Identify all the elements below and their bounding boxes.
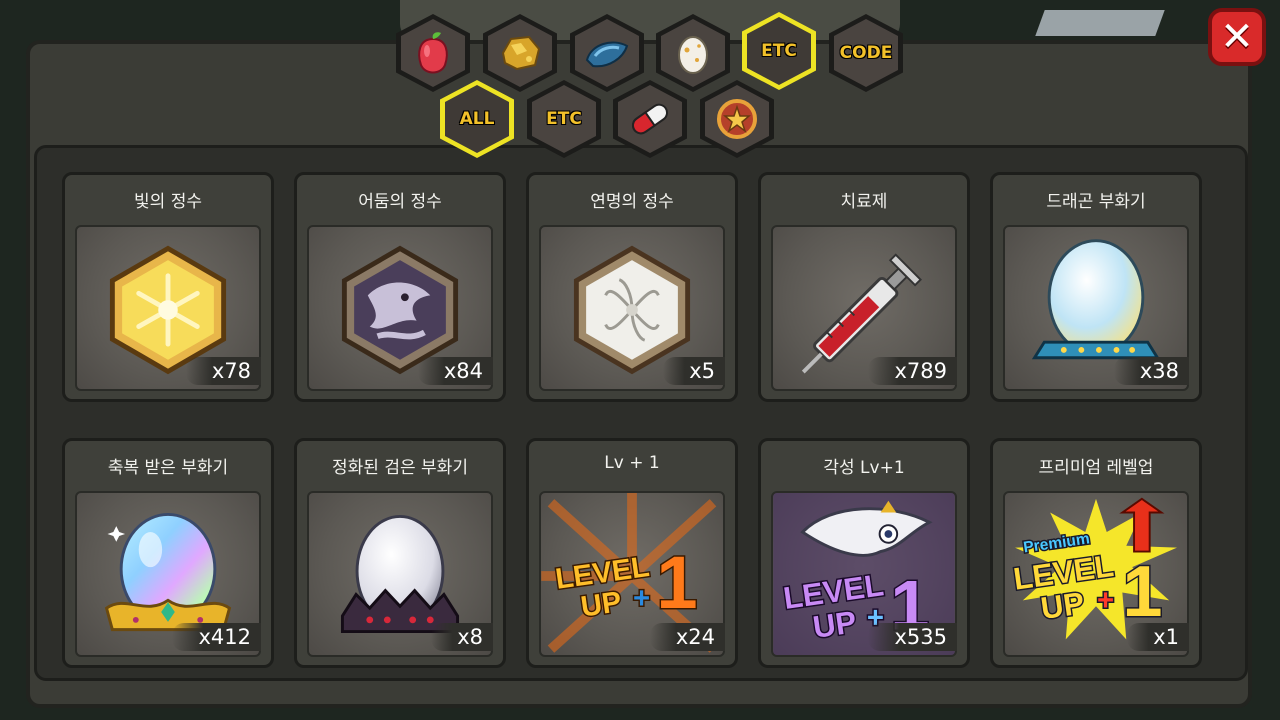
subtab-etc-label: ETC — [546, 109, 582, 129]
egg-icon — [678, 36, 708, 74]
item-count: x8 — [431, 623, 493, 651]
pill-icon — [631, 103, 669, 135]
item-count: x24 — [649, 623, 725, 651]
item-title: 빛의 정수 — [134, 192, 202, 212]
close-button[interactable]: ✕ — [1208, 8, 1266, 66]
item-title: 치료제 — [840, 192, 888, 212]
item-card[interactable]: 드래곤 부화기 x38 — [990, 172, 1202, 402]
gold-ore-icon — [501, 35, 541, 71]
one-text: 1 — [1122, 552, 1162, 632]
item-card[interactable]: 연명의 정수 x5 — [526, 172, 738, 402]
item-count: x789 — [868, 357, 957, 385]
item-count: x78 — [185, 357, 261, 385]
item-title: 드래곤 부화기 — [1046, 192, 1146, 212]
item-title: 정화된 검은 부화기 — [332, 458, 468, 478]
item-count: x412 — [172, 623, 261, 651]
item-count: x5 — [663, 357, 725, 385]
item-card[interactable]: 빛의 정수 x78 — [62, 172, 274, 402]
close-icon: ✕ — [1220, 14, 1254, 60]
plus-text: + — [633, 583, 650, 615]
item-card[interactable]: 어둠의 정수 x84 — [294, 172, 506, 402]
item-title: 어둠의 정수 — [358, 192, 442, 212]
blue-stone-icon — [585, 41, 629, 68]
background-banner — [400, 0, 900, 40]
item-title: Lv + 1 — [604, 453, 660, 473]
item-card[interactable]: Lv + 1 LEVEL UP + 1 x24 — [526, 438, 738, 668]
item-title: 각성 Lv+1 — [823, 458, 905, 478]
item-card[interactable]: 치료제 x789 — [758, 172, 970, 402]
item-title: 연명의 정수 — [590, 192, 674, 212]
item-count: x1 — [1127, 623, 1189, 651]
item-title: 축복 받은 부화기 — [107, 458, 229, 478]
item-card[interactable]: 축복 받은 부화기 x412 — [62, 438, 274, 668]
item-count: x84 — [417, 357, 493, 385]
fruit-icon — [418, 32, 448, 74]
one-text: 1 — [656, 541, 697, 624]
star-badge-icon — [717, 99, 757, 139]
background-decoration — [1035, 10, 1165, 36]
item-card[interactable]: 프리미엄 레벨업 Premium LEVEL UP + 1 x1 — [990, 438, 1202, 668]
item-count: x535 — [868, 623, 957, 651]
up-text: UP — [811, 604, 859, 645]
item-card[interactable]: 정화된 검은 부화기 x8 — [294, 438, 506, 668]
up-text: UP — [579, 586, 624, 623]
tab-etc-label: ETC — [761, 41, 797, 61]
item-count: x38 — [1113, 357, 1189, 385]
plus-text: + — [1097, 585, 1114, 617]
up-text: UP — [1039, 585, 1087, 626]
tab-code-label: CODE — [839, 43, 893, 63]
subtab-all-label: ALL — [459, 109, 495, 129]
item-card[interactable]: 각성 Lv+1 LEVEL UP + 1 x535 — [758, 438, 970, 668]
item-title: 프리미엄 레벨업 — [1038, 458, 1154, 478]
